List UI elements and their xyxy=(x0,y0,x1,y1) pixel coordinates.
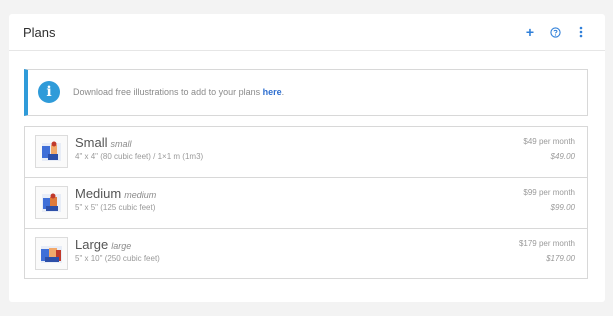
plan-name: Medium medium xyxy=(75,186,157,201)
plan-row-small[interactable]: Small small 4" x 4" (80 cubic feet) / 1×1… xyxy=(25,127,587,178)
plan-slug: large xyxy=(111,241,132,251)
plan-illustration-icon xyxy=(35,237,68,270)
illustrations-link[interactable]: here xyxy=(263,87,282,97)
plan-dimensions: 5" x 10" (250 cubic feet) xyxy=(75,254,160,263)
plan-name: Large large xyxy=(75,237,132,252)
plan-illustration-icon xyxy=(35,186,68,219)
plan-slug: small xyxy=(110,139,132,149)
plan-price-amount: $49.00 xyxy=(550,152,575,161)
plan-dimensions: 5" x 5" (125 cubic feet) xyxy=(75,203,156,212)
plan-dimensions: 4" x 4" (80 cubic feet) / 1×1 m (1m3) xyxy=(75,152,204,161)
plan-price: $179 per month xyxy=(518,239,575,248)
plan-row-large[interactable]: Large large 5" x 10" (250 cubic feet) $17… xyxy=(25,229,587,280)
plans-list: Small small 4" x 4" (80 cubic feet) / 1×1… xyxy=(24,126,588,279)
plan-price: $99 per month xyxy=(523,188,575,197)
info-icon: i xyxy=(38,81,60,103)
plus-icon: + xyxy=(525,24,535,40)
add-plan-button[interactable]: + xyxy=(522,24,538,40)
plan-price-amount: $179.00 xyxy=(546,254,575,263)
plan-row-medium[interactable]: Medium medium 5" x 5" (125 cubic feet) $9… xyxy=(25,178,587,229)
page-title: Plans xyxy=(23,25,56,40)
more-options-button[interactable] xyxy=(573,24,589,40)
panel-header: Plans + xyxy=(9,14,605,51)
plan-name: Small small xyxy=(75,135,132,150)
plan-illustration-icon xyxy=(35,135,68,168)
plan-price: $49 per month xyxy=(523,137,575,146)
plan-slug: medium xyxy=(124,190,157,200)
help-circle-icon xyxy=(549,26,561,38)
plan-price-amount: $99.00 xyxy=(550,203,575,212)
help-button[interactable] xyxy=(547,24,563,40)
info-text: Download free illustrations to add to yo… xyxy=(73,87,285,97)
info-banner: i Download free illustrations to add to … xyxy=(24,69,588,116)
plans-panel: Plans + i Download free illustrations to… xyxy=(9,14,605,302)
vertical-dots-icon xyxy=(579,26,583,38)
